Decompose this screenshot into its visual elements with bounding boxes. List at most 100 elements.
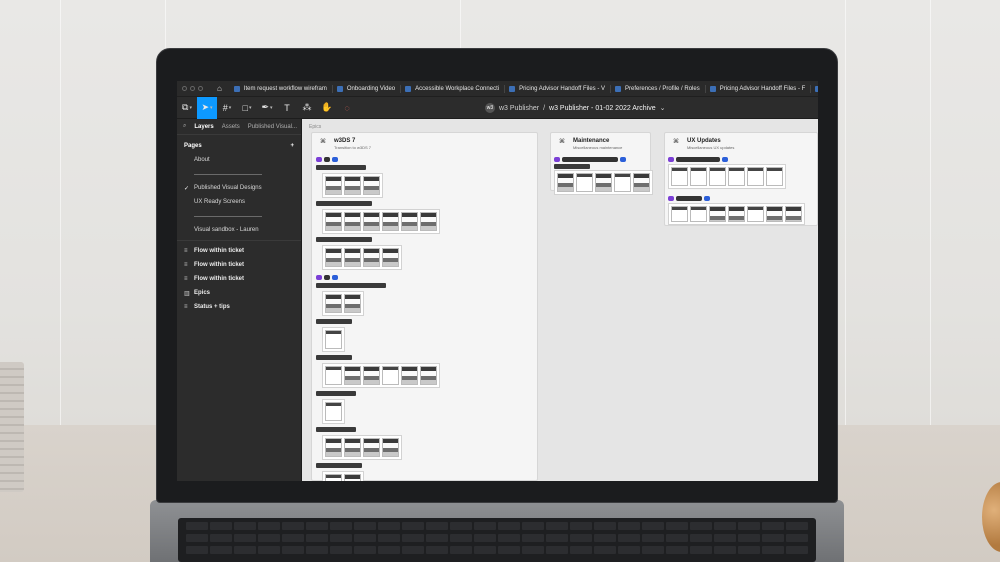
frame-thumbnail[interactable] <box>401 366 418 385</box>
add-page-button[interactable]: + <box>290 143 294 149</box>
frame-thumbnail[interactable] <box>671 206 688 222</box>
frame-thumbnail[interactable] <box>325 212 342 231</box>
frame-group[interactable] <box>322 173 383 198</box>
frame-thumbnail[interactable] <box>401 212 418 231</box>
frame-thumbnail[interactable] <box>557 173 574 192</box>
frame-thumbnail[interactable] <box>766 206 783 222</box>
frame-thumbnail[interactable] <box>747 206 764 222</box>
page-item-ux-ready-screens[interactable]: UX Ready Screens <box>177 195 301 209</box>
frame-group[interactable] <box>322 327 345 352</box>
frame-group[interactable] <box>322 245 402 270</box>
frame-thumbnail[interactable] <box>382 248 399 267</box>
frame-thumbnail[interactable] <box>325 366 342 385</box>
frame-group[interactable] <box>554 170 653 195</box>
tab-file[interactable]: Preferences / Profile / Roles <box>611 81 706 97</box>
tab-file[interactable]: Item request workflow wirefram <box>230 81 333 97</box>
frame-thumbnail[interactable] <box>728 167 745 186</box>
move-tool-button[interactable]: ➤ ▾ <box>197 96 217 119</box>
frame-thumbnail[interactable] <box>420 366 437 385</box>
file-title[interactable]: w3 w3 Publisher / w3 Publisher - 01-02 2… <box>485 97 666 119</box>
frame-thumbnail[interactable] <box>785 206 802 222</box>
frame-thumbnail[interactable] <box>325 474 342 481</box>
frame-thumbnail[interactable] <box>344 212 361 231</box>
layer-item[interactable]: ≡ Flow within ticket <box>177 244 301 258</box>
text-tool-button[interactable]: T <box>277 97 297 119</box>
minimize-window-button[interactable] <box>190 86 195 91</box>
frame-thumbnail[interactable] <box>363 212 380 231</box>
frame-thumbnail[interactable] <box>344 366 361 385</box>
frame-thumbnail[interactable] <box>325 294 342 313</box>
frame-thumbnail[interactable] <box>325 402 342 421</box>
search-icon[interactable]: ⌕ <box>183 123 186 130</box>
layer-item[interactable]: ≡ Status + tips <box>177 300 301 314</box>
canvas[interactable]: Epics ⌘ w3DS 7 Transition to w3DS 7 ⌘ Ma… <box>302 119 818 481</box>
frame-thumbnail[interactable] <box>382 366 399 385</box>
frame-thumbnail[interactable] <box>766 167 783 186</box>
main-menu-button[interactable]: ⧉ ▾ <box>177 97 197 119</box>
frame-thumbnail[interactable] <box>363 176 380 195</box>
shape-tool-button[interactable]: □ ▾ <box>237 97 257 119</box>
frame-thumbnail[interactable] <box>420 212 437 231</box>
section-w3ds7[interactable]: ⌘ w3DS 7 Transition to w3DS 7 <box>311 132 538 481</box>
tab-file[interactable]: w3 <box>811 81 818 97</box>
chevron-down-icon[interactable]: ⌄ <box>660 104 666 112</box>
section-ux-updates[interactable]: ⌘ UX Updates Miscellaneous UX updates <box>664 132 818 226</box>
team-name[interactable]: w3 Publisher <box>499 105 539 112</box>
frame-group[interactable] <box>668 203 805 225</box>
close-window-button[interactable] <box>182 86 187 91</box>
frame-thumbnail[interactable] <box>325 176 342 195</box>
zoom-window-button[interactable] <box>198 86 203 91</box>
frame-thumbnail[interactable] <box>363 366 380 385</box>
tab-layers[interactable]: Layers <box>194 124 213 130</box>
window-controls[interactable] <box>182 86 203 91</box>
pen-tool-button[interactable]: ✒ ▾ <box>257 97 277 119</box>
frame-thumbnail[interactable] <box>344 176 361 195</box>
page-item-about[interactable]: About <box>177 153 301 167</box>
comment-tool-button[interactable]: ◌ <box>337 97 357 119</box>
frame-thumbnail[interactable] <box>728 206 745 222</box>
frame-tool-button[interactable]: # ▾ <box>217 97 237 119</box>
page-item-published-visual-designs[interactable]: ✓ Published Visual Designs <box>177 181 301 195</box>
frame-group[interactable] <box>322 435 402 460</box>
home-icon[interactable]: ⌂ <box>217 84 222 94</box>
frame-thumbnail[interactable] <box>633 173 650 192</box>
frame-thumbnail[interactable] <box>344 438 361 457</box>
frame-group[interactable] <box>322 209 440 234</box>
layer-item[interactable]: ≡ Flow within ticket <box>177 272 301 286</box>
layer-item[interactable]: ▥ Epics <box>177 286 301 300</box>
file-name[interactable]: w3 Publisher - 01-02 2022 Archive <box>549 105 656 112</box>
frame-group[interactable] <box>322 399 345 424</box>
resources-tool-button[interactable]: ⁂ <box>297 97 317 119</box>
frame-thumbnail[interactable] <box>344 294 361 313</box>
tab-assets[interactable]: Assets <box>222 124 240 130</box>
frame-thumbnail[interactable] <box>671 167 688 186</box>
frame-thumbnail[interactable] <box>325 248 342 267</box>
frame-thumbnail[interactable] <box>690 167 707 186</box>
frame-thumbnail[interactable] <box>344 248 361 267</box>
frame-thumbnail[interactable] <box>344 474 361 481</box>
frame-thumbnail[interactable] <box>382 438 399 457</box>
frame-thumbnail[interactable] <box>709 206 726 222</box>
frame-thumbnail[interactable] <box>382 212 399 231</box>
section-maintenance[interactable]: ⌘ Maintenance Miscellaneous maintenance <box>550 132 653 195</box>
frame-thumbnail[interactable] <box>709 167 726 186</box>
frame-group[interactable] <box>322 471 364 481</box>
frame-group[interactable] <box>322 363 440 388</box>
tab-file[interactable]: Accessible Workplace Connecti <box>401 81 506 97</box>
layer-item[interactable]: ≡ Flow within ticket <box>177 258 301 272</box>
frame-thumbnail[interactable] <box>576 173 593 192</box>
frame-thumbnail[interactable] <box>363 438 380 457</box>
tab-file[interactable]: Pricing Advisor Handoff Files - F <box>706 81 812 97</box>
tab-file[interactable]: Pricing Advisor Handoff Files - V <box>505 81 611 97</box>
frame-thumbnail[interactable] <box>690 206 707 222</box>
frame-thumbnail[interactable] <box>325 438 342 457</box>
frame-thumbnail[interactable] <box>325 330 342 349</box>
page-item-visual-sandbox[interactable]: Visual sandbox - Lauren <box>177 223 301 237</box>
frame-group[interactable] <box>668 164 786 189</box>
hand-tool-button[interactable]: ✋ <box>317 97 337 119</box>
frame-thumbnail[interactable] <box>363 248 380 267</box>
frame-thumbnail[interactable] <box>747 167 764 186</box>
frame-thumbnail[interactable] <box>614 173 631 192</box>
tab-file[interactable]: Onboarding Video <box>333 81 402 97</box>
tab-page-selector[interactable]: Published Visual... <box>248 124 297 130</box>
